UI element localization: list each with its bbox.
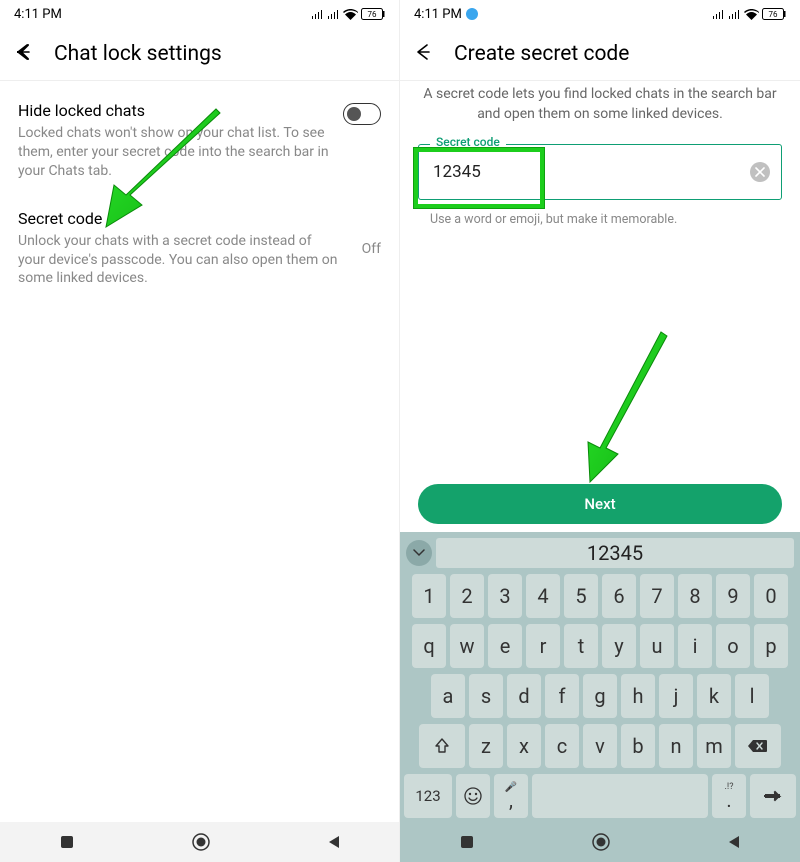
keyboard-key-y[interactable]: y <box>602 624 636 668</box>
back-icon[interactable] <box>414 42 434 66</box>
nav-back-icon[interactable] <box>726 834 742 850</box>
keyboard-key-a[interactable]: a <box>431 674 465 718</box>
keyboard-backspace-key[interactable] <box>735 724 781 768</box>
svg-text:76: 76 <box>368 10 377 19</box>
keyboard-key-j[interactable]: j <box>659 674 693 718</box>
status-time: 4:11 PM <box>14 7 62 22</box>
keyboard-key-e[interactable]: e <box>488 624 522 668</box>
setting-hide-locked-chats[interactable]: Hide locked chats Locked chats won't sho… <box>18 101 381 181</box>
keyboard-key-9[interactable]: 9 <box>716 574 750 618</box>
nav-home-icon[interactable] <box>591 832 611 852</box>
keyboard-emoji-key[interactable] <box>456 774 490 818</box>
status-time: 4:11 PM <box>414 7 462 22</box>
keyboard-key-g[interactable]: g <box>583 674 617 718</box>
status-icons: 76 <box>311 8 385 20</box>
input-hint: Use a word or emoji, but make it memorab… <box>430 212 782 227</box>
keyboard-collapse-icon[interactable] <box>406 540 432 566</box>
setting-desc: Unlock your chats with a secret code ins… <box>18 232 342 289</box>
keyboard-key-1[interactable]: 1 <box>412 574 446 618</box>
nav-recent-icon[interactable] <box>58 833 76 851</box>
setting-title: Hide locked chats <box>18 101 333 120</box>
keyboard-key-p[interactable]: p <box>754 624 788 668</box>
nav-recent-icon[interactable] <box>458 833 476 851</box>
keyboard-key-w[interactable]: w <box>450 624 484 668</box>
keyboard-key-i[interactable]: i <box>678 624 712 668</box>
keyboard-key-2[interactable]: 2 <box>450 574 484 618</box>
keyboard-period-key[interactable]: .!? . <box>712 774 746 818</box>
keyboard-key-n[interactable]: n <box>659 724 693 768</box>
nav-bar <box>0 822 399 862</box>
secret-code-input[interactable]: 12345 <box>418 144 782 200</box>
status-bar: 4:11 PM 76 <box>400 0 800 28</box>
status-icons: 76 <box>712 8 786 20</box>
page-title: Create secret code <box>454 42 629 66</box>
setting-desc: Locked chats won't show on your chat lis… <box>18 124 333 181</box>
nav-back-icon[interactable] <box>326 834 342 850</box>
setting-secret-code[interactable]: Secret code Unlock your chats with a sec… <box>18 209 381 289</box>
keyboard-key-f[interactable]: f <box>545 674 579 718</box>
phone-screen-right: 4:11 PM 76 Create secret code A secret c… <box>400 0 800 862</box>
keyboard-key-k[interactable]: k <box>697 674 731 718</box>
app-header: Create secret code <box>400 28 800 80</box>
keyboard: 12345 1234567890 qwertyuiop asdfghjkl zx… <box>400 532 800 822</box>
keyboard-key-6[interactable]: 6 <box>602 574 636 618</box>
setting-value: Off <box>352 241 381 257</box>
clear-input-icon[interactable] <box>750 162 770 182</box>
keyboard-key-t[interactable]: t <box>564 624 598 668</box>
keyboard-key-8[interactable]: 8 <box>678 574 712 618</box>
setting-title: Secret code <box>18 209 342 228</box>
secret-code-field[interactable]: Secret code 12345 <box>418 144 782 200</box>
next-button[interactable]: Next <box>418 484 782 524</box>
keyboard-key-m[interactable]: m <box>697 724 731 768</box>
keyboard-space-key[interactable] <box>532 774 708 818</box>
keyboard-key-v[interactable]: v <box>583 724 617 768</box>
svg-text:76: 76 <box>769 10 778 19</box>
keyboard-suggestion[interactable]: 12345 <box>436 538 794 568</box>
phone-screen-left: 4:11 PM 76 Chat lock settings Hide locke… <box>0 0 400 862</box>
app-header: Chat lock settings <box>0 28 399 80</box>
toggle-hide-locked-chats[interactable] <box>343 103 381 125</box>
keyboard-key-o[interactable]: o <box>716 624 750 668</box>
keyboard-enter-key[interactable] <box>750 774 796 818</box>
nav-bar <box>400 822 800 862</box>
keyboard-comma-key[interactable]: 🎤 , <box>494 774 528 818</box>
keyboard-key-s[interactable]: s <box>469 674 503 718</box>
keyboard-shift-key[interactable] <box>419 724 465 768</box>
status-left: 4:11 PM <box>414 7 478 22</box>
keyboard-key-5[interactable]: 5 <box>564 574 598 618</box>
keyboard-key-b[interactable]: b <box>621 724 655 768</box>
keyboard-key-c[interactable]: c <box>545 724 579 768</box>
status-bar: 4:11 PM 76 <box>0 0 399 28</box>
keyboard-key-l[interactable]: l <box>735 674 769 718</box>
keyboard-key-4[interactable]: 4 <box>526 574 560 618</box>
keyboard-key-7[interactable]: 7 <box>640 574 674 618</box>
keyboard-key-u[interactable]: u <box>640 624 674 668</box>
back-icon[interactable] <box>14 42 34 66</box>
page-title: Chat lock settings <box>54 42 222 66</box>
keyboard-key-x[interactable]: x <box>507 724 541 768</box>
notification-dot-icon <box>466 8 478 20</box>
nav-home-icon[interactable] <box>191 832 211 852</box>
keyboard-key-d[interactable]: d <box>507 674 541 718</box>
keyboard-key-z[interactable]: z <box>469 724 503 768</box>
keyboard-numbers-key[interactable]: 123 <box>404 774 452 818</box>
keyboard-key-0[interactable]: 0 <box>754 574 788 618</box>
keyboard-key-q[interactable]: q <box>412 624 446 668</box>
keyboard-key-r[interactable]: r <box>526 624 560 668</box>
input-label: Secret code <box>430 135 506 149</box>
keyboard-key-h[interactable]: h <box>621 674 655 718</box>
keyboard-key-3[interactable]: 3 <box>488 574 522 618</box>
